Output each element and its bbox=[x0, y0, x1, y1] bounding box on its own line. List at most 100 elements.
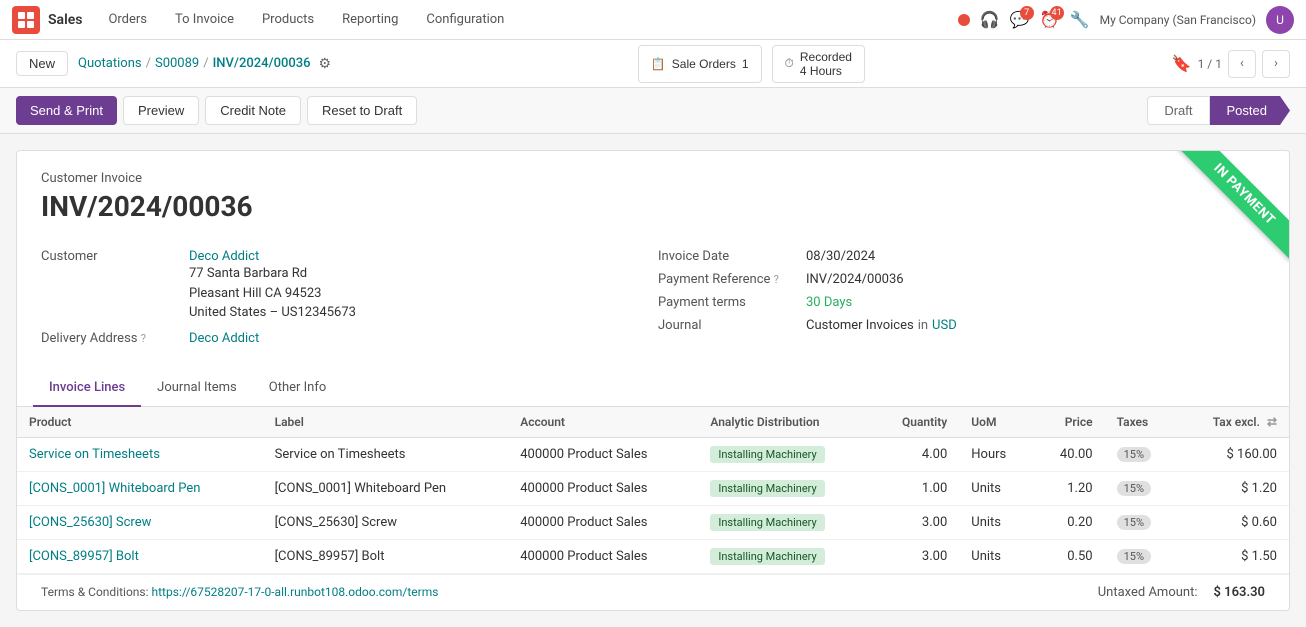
nav-configuration[interactable]: Configuration bbox=[420, 8, 510, 31]
sort-icon[interactable]: ⇄ bbox=[1267, 415, 1277, 429]
product-link[interactable]: Service on Timesheets bbox=[29, 447, 160, 462]
journal-row: Journal Customer Invoices in USD bbox=[658, 318, 1265, 333]
journal-currency[interactable]: USD bbox=[932, 318, 957, 333]
row-tax-excl: $ 1.50 bbox=[1178, 539, 1289, 573]
nav-menu: Orders To Invoice Products Reporting Con… bbox=[102, 8, 957, 31]
activity-icon[interactable]: ⏰41 bbox=[1040, 10, 1060, 30]
breadcrumb-s00089[interactable]: S00089 bbox=[155, 56, 199, 71]
row-price: 0.50 bbox=[1033, 539, 1104, 573]
breadcrumb-right: 🔖 1 / 1 ‹ › bbox=[1172, 50, 1290, 78]
totals: Untaxed Amount: $ 163.30 bbox=[1098, 585, 1265, 600]
page-indicator: 1 / 1 bbox=[1198, 57, 1222, 71]
messages-icon[interactable]: 💬7 bbox=[1010, 10, 1030, 30]
delivery-help-icon[interactable]: ? bbox=[141, 332, 146, 345]
avatar[interactable]: U bbox=[1266, 6, 1294, 34]
status-posted-button[interactable]: Posted bbox=[1210, 96, 1290, 125]
reset-draft-button[interactable]: Reset to Draft bbox=[307, 96, 417, 125]
app-logo[interactable] bbox=[12, 6, 40, 34]
status-draft-button[interactable]: Draft bbox=[1147, 96, 1209, 125]
breadcrumb: Quotations / S00089 / INV/2024/00036 ⚙ bbox=[78, 56, 331, 72]
circle-icon bbox=[958, 14, 970, 26]
breadcrumb-sep2: / bbox=[203, 56, 208, 71]
recorded-value: 4 Hours bbox=[800, 64, 842, 78]
invoice-meta: Customer Deco Addict 77 Santa Barbara Rd… bbox=[17, 249, 1289, 370]
invoice-date-value: 08/30/2024 bbox=[806, 249, 875, 264]
action-buttons: Send & Print Preview Credit Note Reset t… bbox=[16, 96, 417, 125]
invoice-footer: Terms & Conditions: https://67528207-17-… bbox=[17, 574, 1289, 610]
payment-ref-label: Payment Reference ? bbox=[658, 272, 798, 287]
preview-button[interactable]: Preview bbox=[123, 96, 199, 125]
next-arrow[interactable]: › bbox=[1262, 50, 1290, 78]
action-bar: Send & Print Preview Credit Note Reset t… bbox=[0, 88, 1306, 134]
row-uom: Units bbox=[959, 505, 1033, 539]
breadcrumb-left: New Quotations / S00089 / INV/2024/00036… bbox=[16, 51, 331, 76]
terms-text: Terms & Conditions: https://67528207-17-… bbox=[41, 585, 438, 599]
row-quantity: 4.00 bbox=[872, 437, 959, 471]
messages-badge: 7 bbox=[1020, 6, 1034, 20]
prev-arrow[interactable]: ‹ bbox=[1228, 50, 1256, 78]
table-row: Service on Timesheets Service on Timeshe… bbox=[17, 437, 1289, 471]
settings-icon[interactable]: 🔧 bbox=[1070, 10, 1090, 30]
row-taxes: 15% bbox=[1105, 471, 1178, 505]
row-label: [CONS_89957] Bolt bbox=[263, 539, 509, 573]
tab-invoice-lines[interactable]: Invoice Lines bbox=[33, 370, 141, 407]
row-tax-excl: $ 0.60 bbox=[1178, 505, 1289, 539]
row-tax-excl: $ 160.00 bbox=[1178, 437, 1289, 471]
nav-to-invoice[interactable]: To Invoice bbox=[169, 8, 240, 31]
untaxed-value: $ 163.30 bbox=[1214, 585, 1266, 600]
send-print-button[interactable]: Send & Print bbox=[16, 96, 117, 125]
nav-reporting[interactable]: Reporting bbox=[336, 8, 404, 31]
recorded-hours-button[interactable]: ⏱ Recorded 4 Hours bbox=[772, 45, 865, 83]
breadcrumb-current: INV/2024/00036 bbox=[213, 56, 311, 71]
nav-orders[interactable]: Orders bbox=[102, 8, 153, 31]
table-row: [CONS_89957] Bolt [CONS_89957] Bolt 4000… bbox=[17, 539, 1289, 573]
row-label: [CONS_25630] Screw bbox=[263, 505, 509, 539]
row-account: 400000 Product Sales bbox=[508, 471, 698, 505]
row-quantity: 3.00 bbox=[872, 539, 959, 573]
row-uom: Hours bbox=[959, 437, 1033, 471]
headset-icon[interactable]: 🎧 bbox=[980, 10, 1000, 30]
row-label: [CONS_0001] Whiteboard Pen bbox=[263, 471, 509, 505]
col-account: Account bbox=[508, 407, 698, 438]
payment-ref-row: Payment Reference ? INV/2024/00036 bbox=[658, 272, 1265, 287]
top-nav-right: 🎧 💬7 ⏰41 🔧 My Company (San Francisco) U bbox=[958, 6, 1294, 34]
row-taxes: 15% bbox=[1105, 437, 1178, 471]
nav-products[interactable]: Products bbox=[256, 8, 320, 31]
breadcrumb-quotations[interactable]: Quotations bbox=[78, 56, 142, 71]
invoice-number: INV/2024/00036 bbox=[41, 190, 1265, 223]
payment-ref-help-icon[interactable]: ? bbox=[774, 273, 779, 286]
row-taxes: 15% bbox=[1105, 539, 1178, 573]
product-link[interactable]: [CONS_0001] Whiteboard Pen bbox=[29, 481, 200, 496]
app-name[interactable]: Sales bbox=[48, 12, 82, 28]
product-link[interactable]: [CONS_89957] Bolt bbox=[29, 549, 139, 564]
tab-journal-items[interactable]: Journal Items bbox=[141, 370, 253, 407]
table-row: [CONS_25630] Screw [CONS_25630] Screw 40… bbox=[17, 505, 1289, 539]
col-tax-excl: Tax excl. ⇄ bbox=[1178, 407, 1289, 438]
top-nav: Sales Orders To Invoice Products Reporti… bbox=[0, 0, 1306, 40]
product-link[interactable]: [CONS_25630] Screw bbox=[29, 515, 151, 530]
breadcrumb-bar: New Quotations / S00089 / INV/2024/00036… bbox=[0, 40, 1306, 88]
new-button[interactable]: New bbox=[16, 51, 68, 76]
customer-address1: 77 Santa Barbara Rd bbox=[189, 264, 356, 284]
invoice-date-label: Invoice Date bbox=[658, 249, 798, 264]
company-info[interactable]: My Company (San Francisco) bbox=[1100, 13, 1256, 27]
payment-terms-value[interactable]: 30 Days bbox=[806, 295, 852, 310]
tab-other-info[interactable]: Other Info bbox=[253, 370, 343, 407]
terms-label: Terms & Conditions: bbox=[41, 585, 149, 599]
journal-value: Customer Invoices bbox=[806, 318, 914, 333]
customer-name[interactable]: Deco Addict bbox=[189, 249, 356, 264]
sale-orders-label: Sale Orders bbox=[672, 57, 736, 71]
sale-orders-button[interactable]: 📋 Sale Orders 1 bbox=[638, 45, 762, 83]
breadcrumb-gear-icon[interactable]: ⚙ bbox=[319, 56, 332, 72]
terms-link[interactable]: https://67528207-17-0-all.runbot108.odoo… bbox=[152, 585, 439, 599]
row-analytic: Installing Machinery bbox=[698, 539, 872, 573]
row-quantity: 3.00 bbox=[872, 505, 959, 539]
journal-selector: Customer Invoices in USD bbox=[806, 318, 957, 333]
bookmark-icon[interactable]: 🔖 bbox=[1172, 54, 1192, 73]
table-body: Service on Timesheets Service on Timeshe… bbox=[17, 437, 1289, 573]
col-product: Product bbox=[17, 407, 263, 438]
customer-label: Customer bbox=[41, 249, 181, 264]
delivery-name[interactable]: Deco Addict bbox=[189, 331, 259, 346]
credit-note-button[interactable]: Credit Note bbox=[205, 96, 301, 125]
status-bar: Draft Posted bbox=[1147, 96, 1290, 125]
